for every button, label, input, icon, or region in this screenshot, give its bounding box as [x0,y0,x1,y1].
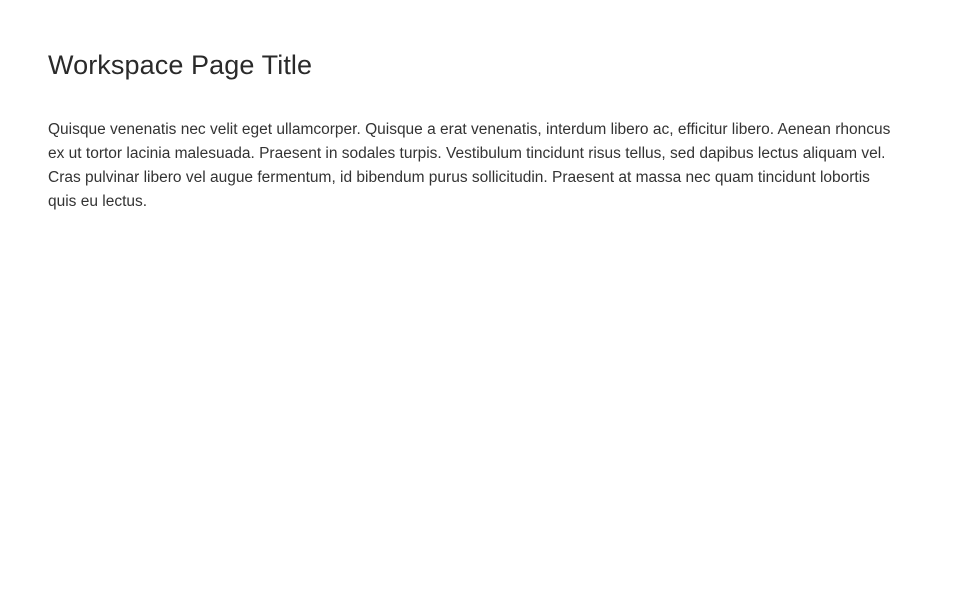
page-body-text: Quisque venenatis nec velit eget ullamco… [48,121,891,210]
workspace-page: Workspace Page Title Quisque venenatis n… [0,0,960,600]
page-title: Workspace Page Title [48,50,313,80]
